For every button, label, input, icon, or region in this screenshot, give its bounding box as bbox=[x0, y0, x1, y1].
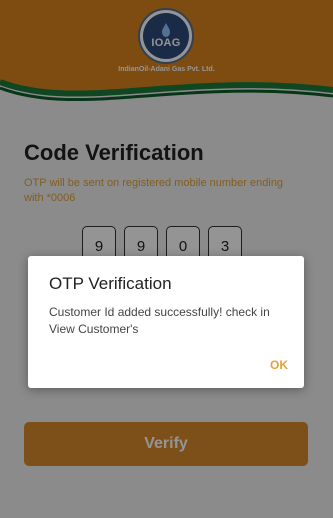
ok-button[interactable]: OK bbox=[270, 358, 288, 372]
dialog-title: OTP Verification bbox=[49, 274, 172, 293]
otp-verification-dialog: OTP Verification Customer Id added succe… bbox=[28, 256, 304, 388]
dialog-message: Customer Id added successfully! check in… bbox=[49, 305, 270, 336]
